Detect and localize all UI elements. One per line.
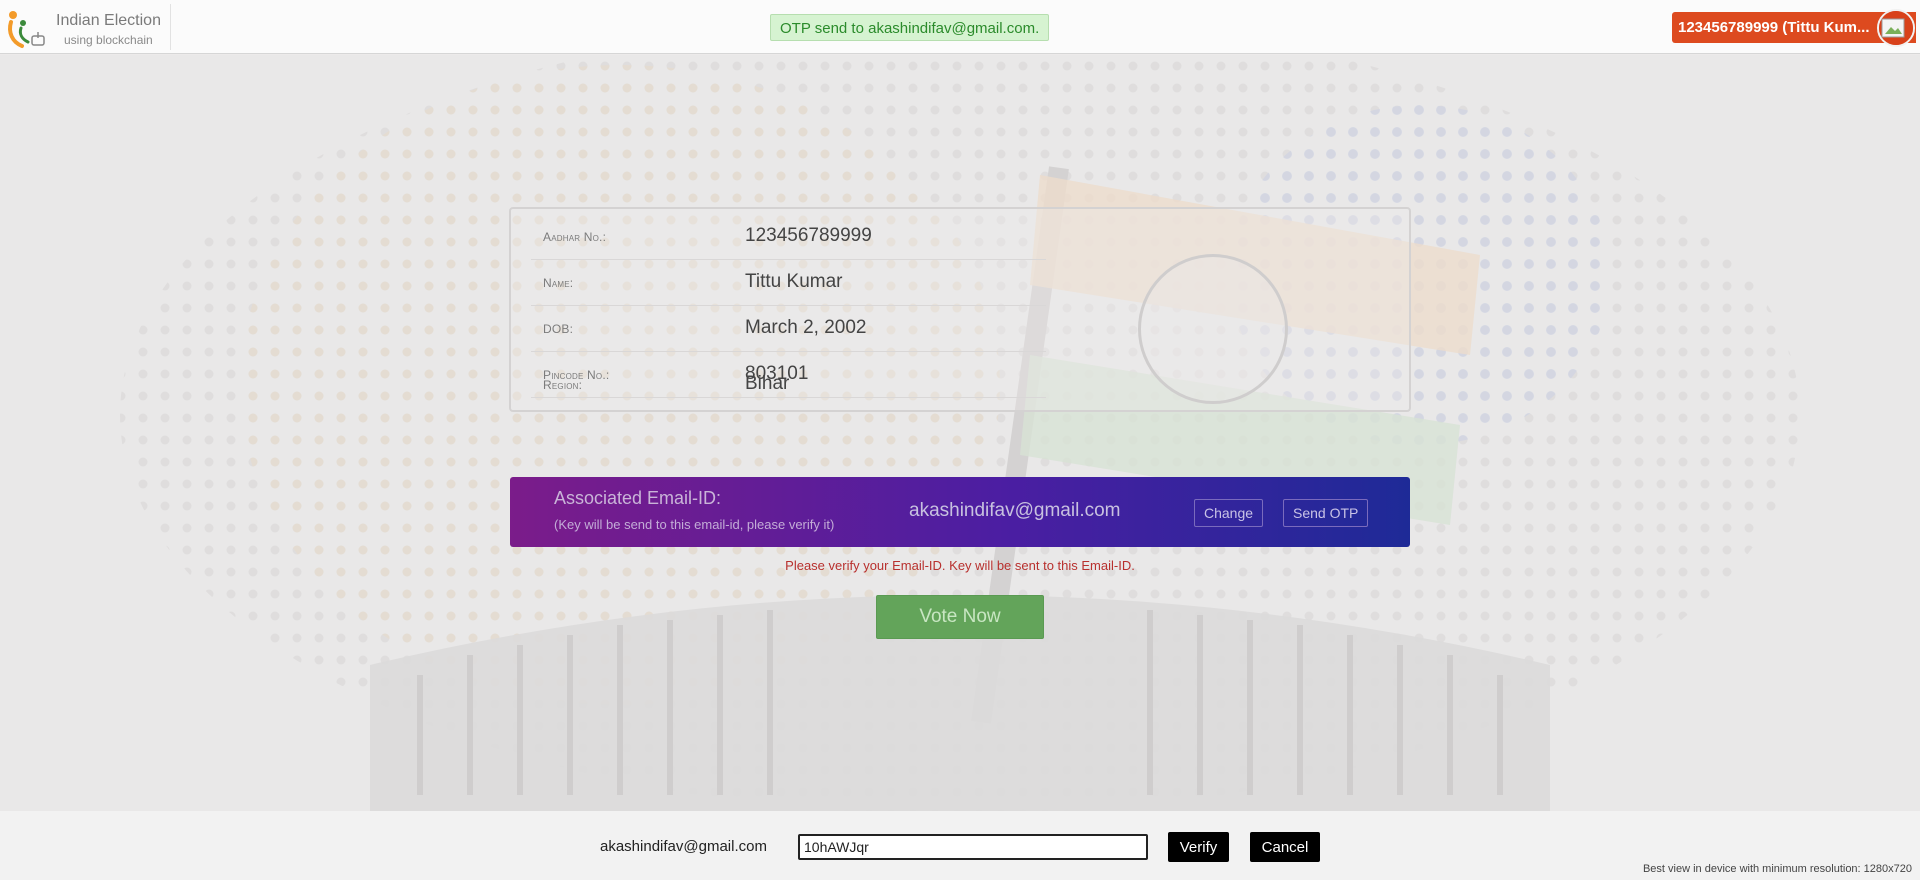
change-email-button[interactable]: Change (1194, 499, 1264, 527)
detail-row-aadhar: Aadhar No.: 123456789999 (531, 214, 1046, 260)
dob-value: March 2, 2002 (745, 317, 867, 338)
email-heading: Associated Email-ID: (554, 488, 722, 508)
cancel-button[interactable]: Cancel (1250, 832, 1320, 862)
name-value: Tittu Kumar (745, 271, 843, 292)
aadhar-label: Aadhar No.: (543, 230, 607, 244)
associated-email: akashindifav@gmail.com (909, 500, 1121, 521)
brand-subtitle: using blockchain (64, 33, 153, 47)
vote-now-button[interactable]: Vote Now (876, 595, 1044, 639)
voter-details-card: Aadhar No.: 123456789999 Name: Tittu Kum… (509, 207, 1411, 412)
brand[interactable]: Indian Election using blockchain (6, 4, 171, 50)
verify-button[interactable]: Verify (1168, 832, 1229, 862)
aadhar-value: 123456789999 (745, 225, 872, 246)
brand-title: Indian Election (56, 12, 161, 29)
name-label: Name: (543, 276, 574, 290)
region-label: Region: (543, 378, 583, 392)
email-subtext: (Key will be send to this email-id, plea… (554, 517, 835, 532)
otp-sent-toast: OTP send to akashindifav@gmail.com. (770, 14, 1050, 41)
region-value: Bihar (745, 373, 790, 394)
detail-row-name: Name: Tittu Kumar (531, 260, 1046, 306)
voter-photo (1138, 254, 1288, 404)
detail-row-dob: DOB: March 2, 2002 (531, 306, 1046, 352)
user-avatar[interactable] (1877, 9, 1915, 47)
resolution-note: Best view in device with minimum resolut… (1642, 863, 1912, 875)
top-bar: Indian Election using blockchain OTP sen… (0, 0, 1920, 54)
main-stage (0, 55, 1920, 811)
dob-label: DOB: (543, 322, 574, 336)
associated-email-panel: Associated Email-ID: (Key will be send t… (510, 477, 1410, 547)
verify-email: akashindifav@gmail.com (600, 838, 767, 855)
verify-warning: Please verify your Email-ID. Key will be… (785, 558, 1135, 573)
send-otp-button[interactable]: Send OTP (1283, 499, 1369, 527)
election-logo-icon (8, 11, 45, 48)
background-art (120, 55, 1800, 811)
otp-input[interactable] (798, 834, 1148, 860)
detail-row-region: Region: Bihar (531, 373, 1046, 412)
otp-verify-bar: akashindifav@gmail.com Verify Cancel Bes… (0, 811, 1920, 880)
